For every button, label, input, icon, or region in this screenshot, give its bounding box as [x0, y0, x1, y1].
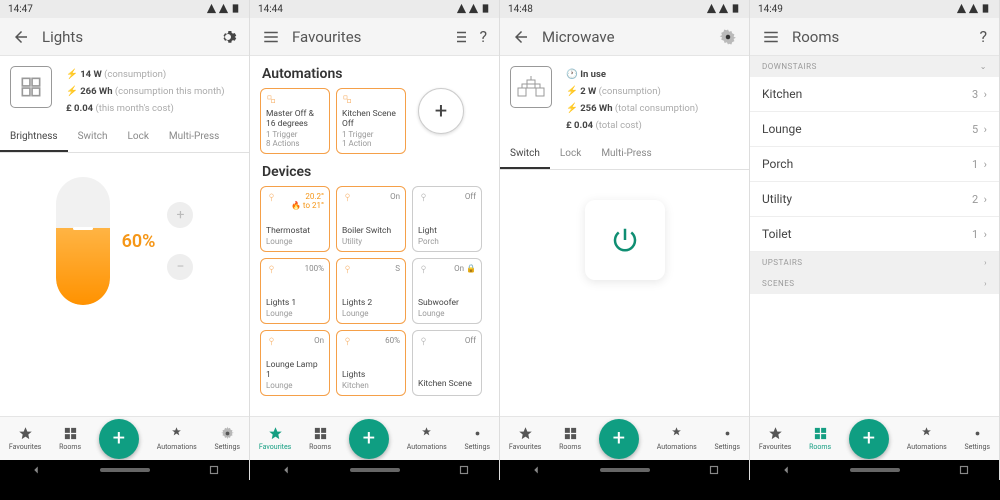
- nav-rooms[interactable]: Rooms: [559, 426, 581, 451]
- nav-favourites[interactable]: Favourites: [9, 426, 41, 451]
- gear-icon[interactable]: [719, 28, 737, 46]
- nav-settings[interactable]: Settings: [964, 426, 990, 451]
- device-card[interactable]: OffKitchen Scene: [412, 330, 482, 396]
- tab-switch[interactable]: Switch: [500, 140, 550, 169]
- menu-icon[interactable]: [762, 28, 780, 46]
- nav-favourites[interactable]: Favourites: [759, 426, 791, 451]
- bottom-nav: Favourites Rooms + Automations Settings: [0, 416, 249, 460]
- nav-favourites[interactable]: Favourites: [259, 426, 291, 451]
- room-row[interactable]: Lounge5 ›: [750, 112, 999, 147]
- room-row[interactable]: Kitchen3 ›: [750, 77, 999, 112]
- back-sys-icon[interactable]: [29, 463, 43, 477]
- room-row[interactable]: Toilet1 ›: [750, 217, 999, 252]
- automation-card[interactable]: Kitchen Scene Off1 Trigger1 Action: [336, 88, 406, 154]
- nav-settings[interactable]: Settings: [464, 426, 490, 451]
- room-group-header[interactable]: SCENES›: [750, 273, 999, 294]
- help-icon[interactable]: ?: [979, 27, 987, 46]
- back-icon[interactable]: [512, 28, 530, 46]
- stats-block: ⚡ 14 W (consumption) ⚡ 266 Wh (consumpti…: [66, 66, 225, 117]
- page-title: Lights: [42, 28, 219, 46]
- brightness-slider[interactable]: [56, 177, 110, 305]
- room-group-header[interactable]: DOWNSTAIRS⌄: [750, 56, 999, 77]
- time: 14:47: [8, 4, 33, 15]
- add-automation-button[interactable]: +: [418, 88, 464, 134]
- screen-rooms: 14:49 Rooms ? DOWNSTAIRS⌄Kitchen3 ›Loung…: [750, 0, 1000, 480]
- tab-multipress[interactable]: Multi-Press: [591, 140, 661, 169]
- back-icon[interactable]: [12, 28, 30, 46]
- device-type-icon: [510, 66, 552, 108]
- screen-favourites: 14:44 Favourites ? Automations Master Of…: [250, 0, 500, 480]
- device-card[interactable]: OffLightPorch: [412, 186, 482, 252]
- home-pill[interactable]: [100, 468, 150, 472]
- device-card[interactable]: SLights 2Lounge: [336, 258, 406, 324]
- help-icon[interactable]: ?: [479, 27, 487, 46]
- room-group-header[interactable]: UPSTAIRS›: [750, 252, 999, 273]
- device-type-icon: [10, 66, 52, 108]
- nav-automations[interactable]: Automations: [157, 426, 197, 451]
- device-card[interactable]: OnBoiler SwitchUtility: [336, 186, 406, 252]
- list-icon[interactable]: [451, 28, 469, 46]
- gear-icon[interactable]: [219, 28, 237, 46]
- page-title: Favourites: [292, 28, 451, 46]
- tab-lock[interactable]: Lock: [118, 123, 159, 152]
- minus-button[interactable]: −: [167, 254, 193, 280]
- tab-brightness[interactable]: Brightness: [0, 123, 68, 152]
- app-bar: Lights: [0, 18, 249, 56]
- system-nav: [0, 460, 249, 480]
- nav-rooms[interactable]: Rooms: [309, 426, 331, 451]
- recent-sys-icon[interactable]: [207, 463, 221, 477]
- fab-add[interactable]: +: [849, 419, 889, 459]
- device-card[interactable]: 20.2°🔥 to 21°ThermostatLounge: [260, 186, 330, 252]
- menu-icon[interactable]: [262, 28, 280, 46]
- nav-automations[interactable]: Automations: [907, 426, 947, 451]
- nav-settings[interactable]: Settings: [214, 426, 240, 451]
- device-card[interactable]: OnLounge Lamp 1Lounge: [260, 330, 330, 396]
- screen-microwave: 14:48 Microwave 🕐 In use ⚡ 2 W (consumpt…: [500, 0, 750, 480]
- nav-rooms[interactable]: Rooms: [809, 426, 831, 451]
- device-card[interactable]: 60%LightsKitchen: [336, 330, 406, 396]
- plus-button[interactable]: +: [167, 202, 193, 228]
- status-icons: [205, 3, 241, 14]
- room-row[interactable]: Porch1 ›: [750, 147, 999, 182]
- tab-multipress[interactable]: Multi-Press: [159, 123, 229, 152]
- device-card[interactable]: 100%Lights 1Lounge: [260, 258, 330, 324]
- nav-automations[interactable]: Automations: [407, 426, 447, 451]
- automation-card[interactable]: Master Off & 16 degrees1 Trigger8 Action…: [260, 88, 330, 154]
- automations-header: Automations: [250, 56, 499, 88]
- tab-lock[interactable]: Lock: [550, 140, 591, 169]
- devices-header: Devices: [250, 154, 499, 186]
- nav-automations[interactable]: Automations: [657, 426, 697, 451]
- fab-add[interactable]: +: [99, 419, 139, 459]
- room-row[interactable]: Utility2 ›: [750, 182, 999, 217]
- brightness-value: 60%: [122, 231, 156, 252]
- fab-add[interactable]: +: [349, 419, 389, 459]
- screen-lights: 14:47 Lights ⚡ 14 W (consumption) ⚡ 266 …: [0, 0, 250, 480]
- nav-favourites[interactable]: Favourites: [509, 426, 541, 451]
- tabs: Brightness Switch Lock Multi-Press: [0, 123, 249, 153]
- status-bar: 14:47: [0, 0, 249, 18]
- device-card[interactable]: On 🔒SubwooferLounge: [412, 258, 482, 324]
- tab-switch[interactable]: Switch: [68, 123, 118, 152]
- fab-add[interactable]: +: [599, 419, 639, 459]
- nav-settings[interactable]: Settings: [714, 426, 740, 451]
- page-title: Microwave: [542, 28, 719, 46]
- power-button[interactable]: [585, 200, 665, 280]
- page-title: Rooms: [792, 28, 979, 46]
- nav-rooms[interactable]: Rooms: [59, 426, 81, 451]
